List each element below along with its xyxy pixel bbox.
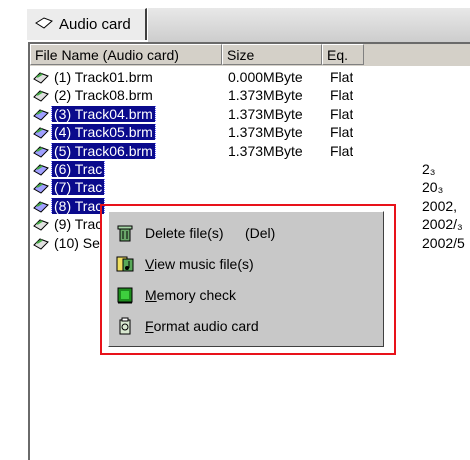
menu-item-view-music-label: View music file(s) <box>145 256 254 272</box>
column-header-size[interactable]: Size <box>222 44 322 65</box>
table-row[interactable]: (4) Track05.brm 1.373MByte Flat <box>32 123 470 141</box>
audio-file-icon <box>33 199 49 213</box>
file-date: 2002, <box>422 197 458 214</box>
file-size: 1.373MByte <box>228 105 303 122</box>
format-card-icon <box>115 316 135 336</box>
audio-card-icon <box>35 16 53 33</box>
file-name: (5) Track06.brm <box>51 142 156 159</box>
menu-item-format[interactable]: Format audio card <box>115 313 377 339</box>
file-name: (7) Trac <box>50 179 106 196</box>
file-name-cell: (7) Trac <box>32 179 223 196</box>
file-name: (10) Se <box>54 234 100 251</box>
file-name: (4) Track05.brm <box>51 124 156 141</box>
menu-item-view-music[interactable]: View music file(s) <box>115 251 377 277</box>
list-header: File Name (Audio card) Size Eq. <box>30 44 470 66</box>
trash-icon <box>115 223 135 243</box>
file-name-cell: (1) Track01.brm <box>32 69 223 85</box>
menu-item-memory-check[interactable]: Memory check <box>115 282 377 308</box>
file-date: 2₃ <box>422 161 436 177</box>
audio-file-icon <box>33 162 49 176</box>
column-header-file-name[interactable]: File Name (Audio card) <box>30 44 222 65</box>
menu-item-memory-check-label: Memory check <box>145 287 237 303</box>
file-date: 2002/5 <box>422 234 465 251</box>
table-row[interactable]: (6) Trac 2₃ <box>32 160 470 178</box>
file-eq: Flat <box>330 105 354 122</box>
table-row[interactable]: (5) Track06.brm 1.373MByte Flat <box>32 142 470 160</box>
menu-item-delete-shortcut: (Del) <box>245 225 276 241</box>
file-date: 2002/₃ <box>422 216 463 233</box>
menu-item-format-label: Format audio card <box>145 318 259 334</box>
column-header-eq[interactable]: Eq. <box>322 44 364 65</box>
file-size: 1.373MByte <box>228 142 303 159</box>
tab-strip: Audio card <box>0 0 470 48</box>
audio-file-icon <box>33 70 49 84</box>
file-name-cell: (3) Track04.brm <box>32 105 223 122</box>
tab-audio-card[interactable]: Audio card <box>26 8 147 40</box>
file-name: (9) Trac <box>54 216 103 233</box>
menu-item-delete-label: Delete file(s) <box>145 225 224 241</box>
audio-file-icon <box>33 125 49 139</box>
table-row[interactable]: (3) Track04.brm 1.373MByte Flat <box>32 105 470 123</box>
file-name-cell: (2) Track08.brm <box>32 87 223 103</box>
audio-file-icon <box>33 107 49 121</box>
file-date: 20₃ <box>422 179 444 196</box>
file-name-cell: (4) Track05.brm <box>32 124 223 141</box>
file-size: 1.373MByte <box>228 124 303 141</box>
file-name: (6) Trac <box>50 161 106 177</box>
file-eq: Flat <box>330 87 354 104</box>
table-row[interactable]: (2) Track08.brm 1.373MByte Flat <box>32 86 470 104</box>
tab-audio-card-label: Audio card <box>59 16 131 33</box>
file-name: (3) Track04.brm <box>51 105 156 122</box>
audio-file-icon <box>33 144 49 158</box>
table-row[interactable]: (7) Trac 20₃ <box>32 178 470 196</box>
file-name: (1) Track01.brm <box>54 69 153 85</box>
file-size: 1.373MByte <box>228 87 303 104</box>
memory-chip-icon <box>115 285 135 305</box>
music-file-icon <box>115 254 135 274</box>
file-name-cell: (6) Trac <box>32 161 223 177</box>
audio-file-icon <box>33 217 49 231</box>
audio-file-icon <box>33 180 49 195</box>
table-row[interactable]: (1) Track01.brm 0.000MByte Flat <box>32 68 470 86</box>
file-eq: Flat <box>330 69 354 85</box>
file-size: 0.000MByte <box>228 69 303 85</box>
file-name: (8) Trac <box>50 197 106 214</box>
file-eq: Flat <box>330 142 354 159</box>
file-eq: Flat <box>330 124 354 141</box>
file-name-cell: (5) Track06.brm <box>32 142 223 159</box>
audio-file-icon <box>33 236 49 250</box>
context-menu: Delete file(s) (Del) View music file(s) … <box>108 211 384 347</box>
file-name: (2) Track08.brm <box>54 87 153 104</box>
audio-file-icon <box>33 88 49 103</box>
menu-item-delete[interactable]: Delete file(s) (Del) <box>115 220 377 246</box>
